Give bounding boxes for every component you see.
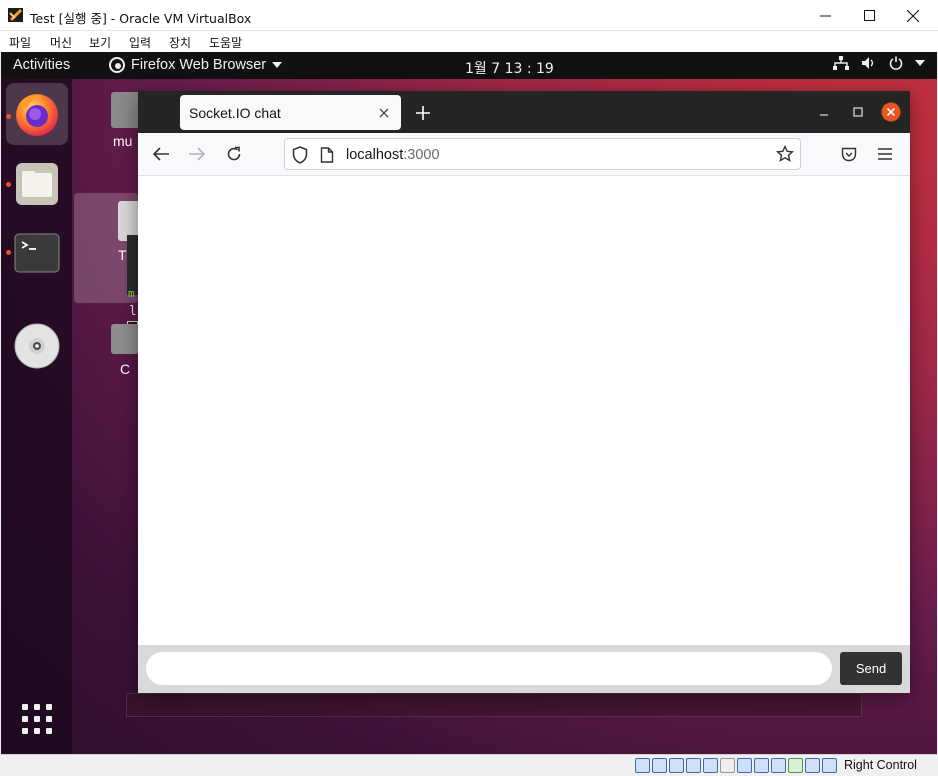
minimize-icon — [819, 15, 831, 17]
app-menu-button[interactable] — [874, 143, 896, 165]
menu-machine[interactable]: 머신 — [50, 34, 72, 51]
close-icon — [907, 9, 919, 22]
folder-label: C — [120, 361, 131, 377]
firefox-icon — [16, 94, 58, 136]
pocket-button[interactable] — [838, 143, 860, 165]
virtualization-icon[interactable] — [771, 758, 786, 773]
terminal-text: m — [128, 287, 135, 300]
window-close-icon[interactable] — [881, 102, 901, 122]
video-capture-icon[interactable] — [754, 758, 769, 773]
window-maximize-icon[interactable] — [852, 106, 864, 118]
menu-input[interactable]: 입력 — [129, 34, 151, 51]
show-applications-button[interactable] — [6, 688, 68, 750]
chat-form: Send — [138, 645, 910, 693]
menu-view[interactable]: 보기 — [89, 34, 111, 51]
page-info-icon[interactable] — [320, 147, 334, 163]
terminal-text: l — [129, 304, 137, 319]
hamburger-menu-icon — [878, 148, 892, 160]
window-minimize-icon[interactable] — [818, 107, 830, 119]
app-menu[interactable]: Firefox Web Browser — [109, 57, 283, 73]
arrow-right-icon — [189, 147, 206, 161]
trash-label: T — [118, 247, 127, 263]
dock-firefox[interactable] — [6, 83, 68, 145]
clock[interactable]: 1월 7 13 : 19 — [465, 58, 554, 78]
virtualbox-statusbar: Right Control — [0, 754, 938, 776]
tab-title: Socket.IO chat — [189, 105, 281, 121]
show-applications-icon — [22, 704, 52, 734]
minimize-button[interactable] — [802, 0, 848, 31]
keyboard-capture-icon[interactable] — [822, 758, 837, 773]
mouse-integration-icon[interactable] — [805, 758, 820, 773]
firefox-navbar: localhost:3000 — [138, 133, 910, 176]
firefox-small-icon — [109, 57, 125, 73]
forward-button[interactable] — [186, 143, 208, 165]
dock-terminal[interactable] — [6, 222, 68, 284]
chevron-down-icon — [915, 60, 925, 66]
optical-drive-icon[interactable] — [652, 758, 667, 773]
chevron-down-icon — [272, 62, 283, 68]
tab-socketio-chat[interactable]: Socket.IO chat — [180, 95, 401, 130]
dock-files[interactable] — [6, 153, 68, 215]
status-icons — [635, 758, 837, 773]
power-icon — [889, 56, 903, 70]
hard-disk-icon[interactable] — [635, 758, 650, 773]
send-button[interactable]: Send — [840, 652, 902, 685]
new-tab-icon[interactable] — [415, 105, 431, 121]
cpu-icon[interactable] — [788, 758, 803, 773]
virtualbox-app-icon — [8, 8, 23, 22]
dock-dvd[interactable] — [6, 315, 68, 377]
activities-button[interactable]: Activities — [13, 57, 70, 73]
menu-devices[interactable]: 장치 — [169, 34, 191, 51]
page-content — [138, 176, 910, 645]
close-tab-icon[interactable] — [378, 107, 390, 119]
home-folder-desktop-icon[interactable]: mu — [111, 92, 141, 149]
menu-help[interactable]: 도움말 — [209, 34, 242, 51]
menu-file[interactable]: 파일 — [9, 34, 31, 51]
display-icon[interactable] — [737, 758, 752, 773]
home-folder-label: mu — [113, 133, 133, 149]
app-menu-label: Firefox Web Browser — [131, 57, 267, 73]
bookmark-star-icon[interactable] — [776, 145, 794, 163]
guest-screen[interactable]: Activities Firefox Web Browser 1월 7 13 :… — [1, 52, 937, 754]
ubuntu-dock — [1, 79, 72, 754]
terminal-running-indicator — [6, 250, 11, 255]
url-host: localhost — [346, 147, 404, 163]
reload-button[interactable] — [223, 143, 245, 165]
host-key-label: Right Control — [844, 758, 917, 772]
firefox-tabbar: Socket.IO chat — [138, 91, 910, 133]
shield-icon[interactable] — [292, 146, 308, 164]
gnome-topbar: Activities Firefox Web Browser 1월 7 13 :… — [1, 52, 937, 79]
network-adapter-icon[interactable] — [686, 758, 701, 773]
firefox-window: Socket.IO chat localhost:3000 Send — [138, 91, 910, 693]
url-port: :3000 — [403, 147, 440, 163]
audio-icon[interactable] — [669, 758, 684, 773]
system-tray[interactable] — [833, 56, 925, 70]
close-button[interactable] — [890, 0, 936, 31]
firefox-running-indicator — [6, 114, 11, 119]
url-bar[interactable]: localhost:3000 — [284, 138, 801, 170]
virtualbox-titlebar: Test [실행 중] - Oracle VM VirtualBox — [0, 0, 938, 31]
maximize-button[interactable] — [846, 0, 892, 31]
pocket-icon — [841, 147, 857, 161]
files-running-indicator — [6, 182, 11, 187]
reload-icon — [227, 146, 241, 161]
usb-icon[interactable] — [703, 758, 718, 773]
folder-desktop-icon[interactable]: C — [111, 324, 139, 377]
window-title: Test [실행 중] - Oracle VM VirtualBox — [30, 11, 252, 26]
back-button[interactable] — [150, 143, 172, 165]
virtualbox-menubar: 파일 머신 보기 입력 장치 도움말 — [0, 31, 938, 52]
url-text[interactable]: localhost:3000 — [346, 147, 440, 163]
background-window-edge — [126, 693, 862, 717]
arrow-left-icon — [152, 147, 169, 161]
dvd-icon — [14, 323, 60, 369]
terminal-icon — [14, 233, 60, 273]
shared-folders-icon[interactable] — [720, 758, 735, 773]
files-icon — [16, 163, 58, 205]
network-icon — [833, 56, 849, 70]
maximize-icon — [863, 10, 875, 21]
message-input[interactable] — [146, 652, 832, 685]
volume-icon — [862, 57, 874, 69]
